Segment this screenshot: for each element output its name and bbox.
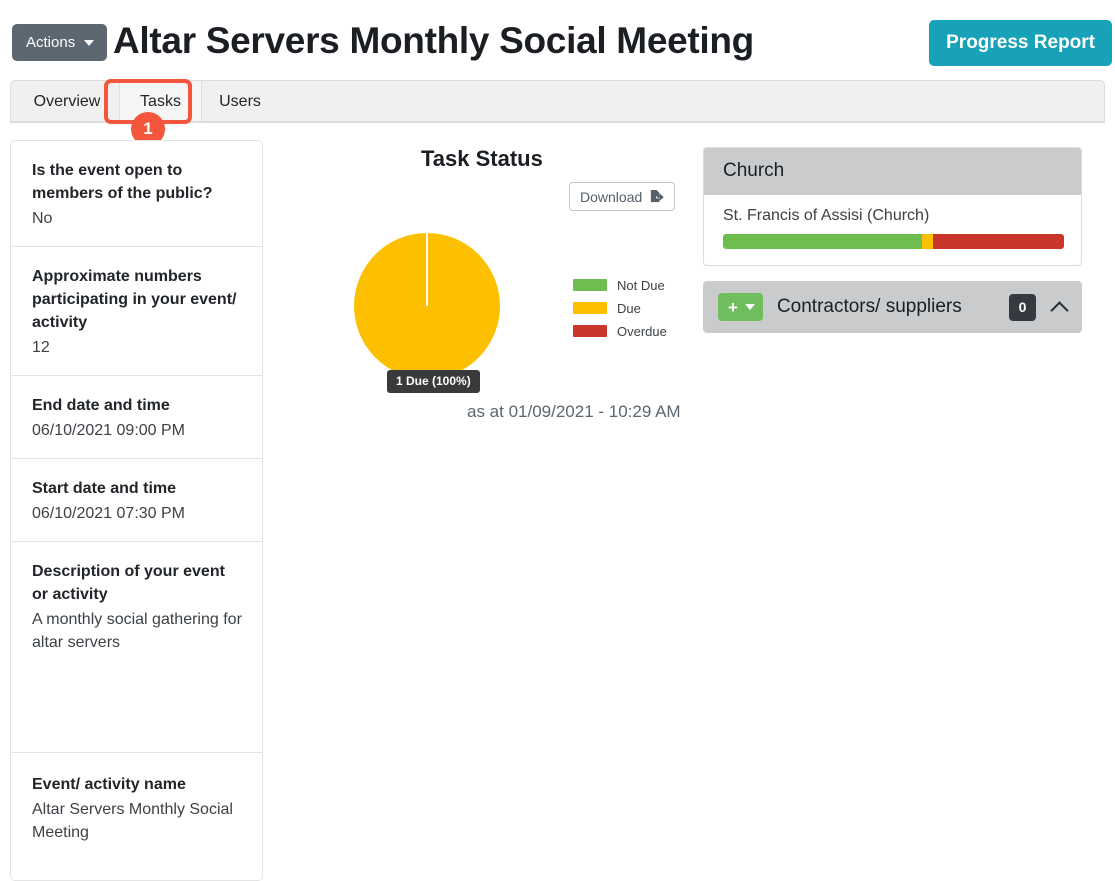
actions-label: Actions: [26, 34, 75, 51]
church-panel-header: Church: [704, 148, 1081, 195]
chevron-down-icon: [745, 304, 755, 310]
file-export-icon: [649, 189, 664, 204]
detail-card: Approximate numbers participating in you…: [11, 247, 262, 376]
progress-segment-not-due: [723, 234, 922, 249]
church-progress-bar: [723, 234, 1064, 249]
detail-card: Event/ activity name Altar Servers Month…: [11, 753, 262, 880]
pie-tooltip: 1 Due (100%): [387, 370, 480, 393]
detail-value: No: [32, 207, 242, 230]
progress-report-button[interactable]: Progress Report: [929, 20, 1112, 66]
detail-label: Approximate numbers participating in you…: [32, 265, 242, 334]
chevron-up-icon[interactable]: [1052, 299, 1068, 315]
chart-legend: Not Due Due Overdue: [573, 274, 667, 343]
detail-label: End date and time: [32, 394, 242, 417]
church-panel: Church St. Francis of Assisi (Church): [703, 147, 1082, 266]
legend-swatch-overdue: [573, 325, 607, 337]
detail-card: End date and time 06/10/2021 09:00 PM: [11, 376, 262, 459]
contractors-title: Contractors/ suppliers: [777, 296, 1009, 318]
detail-label: Start date and time: [32, 477, 242, 500]
legend-label: Overdue: [617, 324, 667, 339]
legend-label: Not Due: [617, 278, 665, 293]
add-contractor-button[interactable]: +: [718, 293, 763, 321]
legend-item: Overdue: [573, 320, 667, 342]
download-label: Download: [580, 189, 642, 205]
chart-timestamp: as at 01/09/2021 - 10:29 AM: [467, 402, 681, 422]
chart-title: Task Status: [421, 146, 543, 172]
actions-dropdown-button[interactable]: Actions: [12, 24, 107, 61]
progress-segment-due: [922, 234, 932, 249]
page-header: Actions Altar Servers Monthly Social Mee…: [0, 0, 1115, 78]
tab-bar: Overview Tasks Users: [10, 80, 1105, 122]
task-status-pie-chart: [354, 233, 500, 379]
detail-card: Is the event open to members of the publ…: [11, 141, 262, 247]
church-panel-body: St. Francis of Assisi (Church): [704, 195, 1081, 265]
detail-card: Start date and time 06/10/2021 07:30 PM: [11, 459, 262, 542]
detail-card: Description of your event or activity A …: [11, 542, 262, 753]
legend-swatch-not-due: [573, 279, 607, 291]
contractors-count-badge: 0: [1009, 294, 1036, 321]
plus-icon: +: [728, 299, 738, 316]
detail-value: A monthly social gathering for altar ser…: [32, 608, 242, 654]
pie-divider: [426, 233, 428, 306]
detail-label: Is the event open to members of the publ…: [32, 159, 242, 205]
detail-label: Event/ activity name: [32, 773, 242, 796]
church-name: St. Francis of Assisi (Church): [723, 207, 1064, 225]
page-title: Altar Servers Monthly Social Meeting: [113, 13, 754, 69]
detail-value: 06/10/2021 09:00 PM: [32, 419, 242, 442]
detail-value: Altar Servers Monthly Social Meeting: [32, 798, 242, 844]
chevron-down-icon: [84, 40, 94, 46]
legend-item: Due: [573, 297, 667, 319]
contractors-suppliers-panel[interactable]: + Contractors/ suppliers 0: [703, 281, 1082, 333]
legend-label: Due: [617, 301, 641, 316]
detail-value: 06/10/2021 07:30 PM: [32, 502, 242, 525]
detail-label: Description of your event or activity: [32, 560, 242, 606]
progress-segment-overdue: [933, 234, 1064, 249]
legend-item: Not Due: [573, 274, 667, 296]
tab-bar-underline: [10, 121, 1105, 123]
tab-users[interactable]: Users: [204, 81, 276, 123]
legend-swatch-due: [573, 302, 607, 314]
event-details-sidebar: Is the event open to members of the publ…: [10, 140, 263, 881]
download-button[interactable]: Download: [569, 182, 675, 211]
tab-overview[interactable]: Overview: [21, 81, 113, 123]
detail-value: 12: [32, 336, 242, 359]
